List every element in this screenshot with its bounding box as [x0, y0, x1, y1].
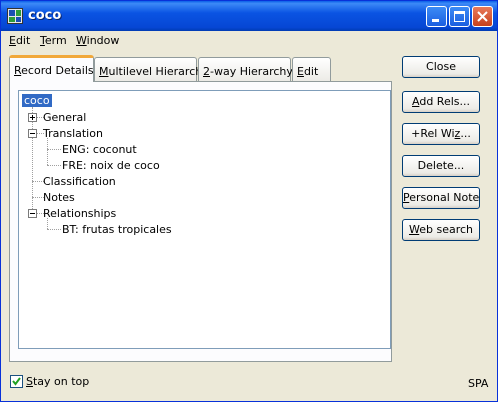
language-status: SPA	[468, 377, 489, 390]
title-bar[interactable]: coco	[1, 1, 497, 31]
web-search-button[interactable]: Web search	[402, 219, 480, 241]
tree-node-fre[interactable]: FRE: noix de coco	[62, 159, 160, 172]
tree-node-eng[interactable]: ENG: coconut	[62, 143, 137, 156]
minimize-icon	[432, 19, 439, 22]
collapse-icon[interactable]	[28, 129, 37, 138]
expand-icon[interactable]	[28, 113, 37, 122]
maximize-button[interactable]	[449, 6, 470, 27]
tree-connector	[47, 229, 61, 230]
tab-edit[interactable]: Edit	[292, 57, 331, 81]
tree-node-relationships[interactable]: Relationships	[43, 207, 116, 220]
tree-node-classification[interactable]: Classification	[43, 175, 116, 188]
add-rels-button[interactable]: Add Rels...	[402, 91, 480, 113]
app-icon	[7, 8, 23, 24]
stay-on-top-checkbox[interactable]	[10, 375, 23, 388]
tree-connector	[47, 138, 48, 165]
tree-connector	[47, 149, 61, 150]
close-window-button[interactable]	[472, 6, 493, 27]
rel-wiz-button[interactable]: +Rel Wiz...	[402, 123, 480, 145]
collapse-icon[interactable]	[28, 209, 37, 218]
minimize-button[interactable]	[426, 6, 447, 27]
close-button[interactable]: Close	[402, 56, 480, 78]
checkmark-icon	[12, 377, 21, 386]
tree-connector	[47, 165, 61, 166]
menu-edit[interactable]: Edit	[9, 34, 30, 47]
tree-node-bt[interactable]: BT: frutas tropicales	[62, 223, 172, 236]
menu-term[interactable]: Term	[40, 34, 67, 47]
tree-node-root[interactable]: coco	[22, 94, 52, 107]
delete-button[interactable]: Delete...	[402, 155, 480, 177]
tab-2way-hierarchy[interactable]: 2-way Hierarchy	[198, 57, 293, 81]
tree-node-general[interactable]: General	[43, 111, 86, 124]
tab-multilevel-hierarchy[interactable]: Multilevel Hierarchy	[94, 57, 209, 81]
personal-note-button[interactable]: Personal Note	[402, 187, 480, 209]
tree-node-notes[interactable]: Notes	[43, 191, 75, 204]
record-tree[interactable]: coco General Translation ENG: coconut FR…	[18, 90, 391, 349]
menu-window[interactable]: Window	[76, 34, 119, 47]
menu-bar: Edit Term Window	[1, 31, 497, 50]
window-title: coco	[28, 8, 62, 23]
tab-record-details[interactable]: Record Details	[9, 55, 94, 82]
stay-on-top-label[interactable]: Stay on top	[26, 375, 89, 388]
maximize-icon	[454, 11, 465, 22]
tree-node-translation[interactable]: Translation	[43, 127, 103, 140]
app-window: coco Edit Term Window Record Details Mul…	[0, 0, 498, 402]
close-icon	[477, 11, 488, 22]
